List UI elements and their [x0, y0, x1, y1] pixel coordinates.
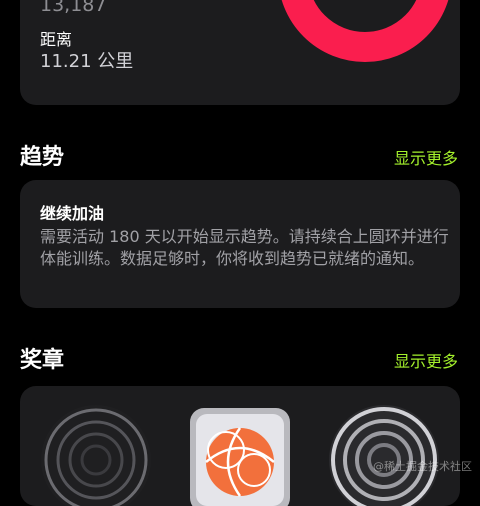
trends-card-title: 继续加油	[40, 204, 105, 223]
move-ring-icon	[281, 0, 449, 62]
awards-heading: 奖章	[20, 348, 65, 373]
watermark: @稀土掘金技术社区	[373, 460, 472, 473]
ring-badge-silver-icon[interactable]	[328, 404, 440, 506]
ring-badge-dark-icon[interactable]	[40, 404, 152, 506]
trends-card[interactable]: 继续加油 需要活动 180 天以开始显示趋势。请持续合上圆环并进行体能训练。数据…	[20, 180, 460, 308]
awards-show-more-link[interactable]: 显示更多	[394, 348, 458, 372]
distance-value: 11.21 公里	[40, 51, 134, 72]
trends-card-body: 需要活动 180 天以开始显示趋势。请持续合上圆环并进行体能训练。数据足够时，你…	[40, 227, 449, 268]
steps-value: 13,187	[40, 0, 107, 16]
trends-show-more-link[interactable]: 显示更多	[394, 145, 458, 169]
basketball-badge-icon[interactable]	[186, 404, 294, 506]
awards-card[interactable]	[20, 386, 460, 506]
trends-heading: 趋势	[20, 145, 65, 170]
